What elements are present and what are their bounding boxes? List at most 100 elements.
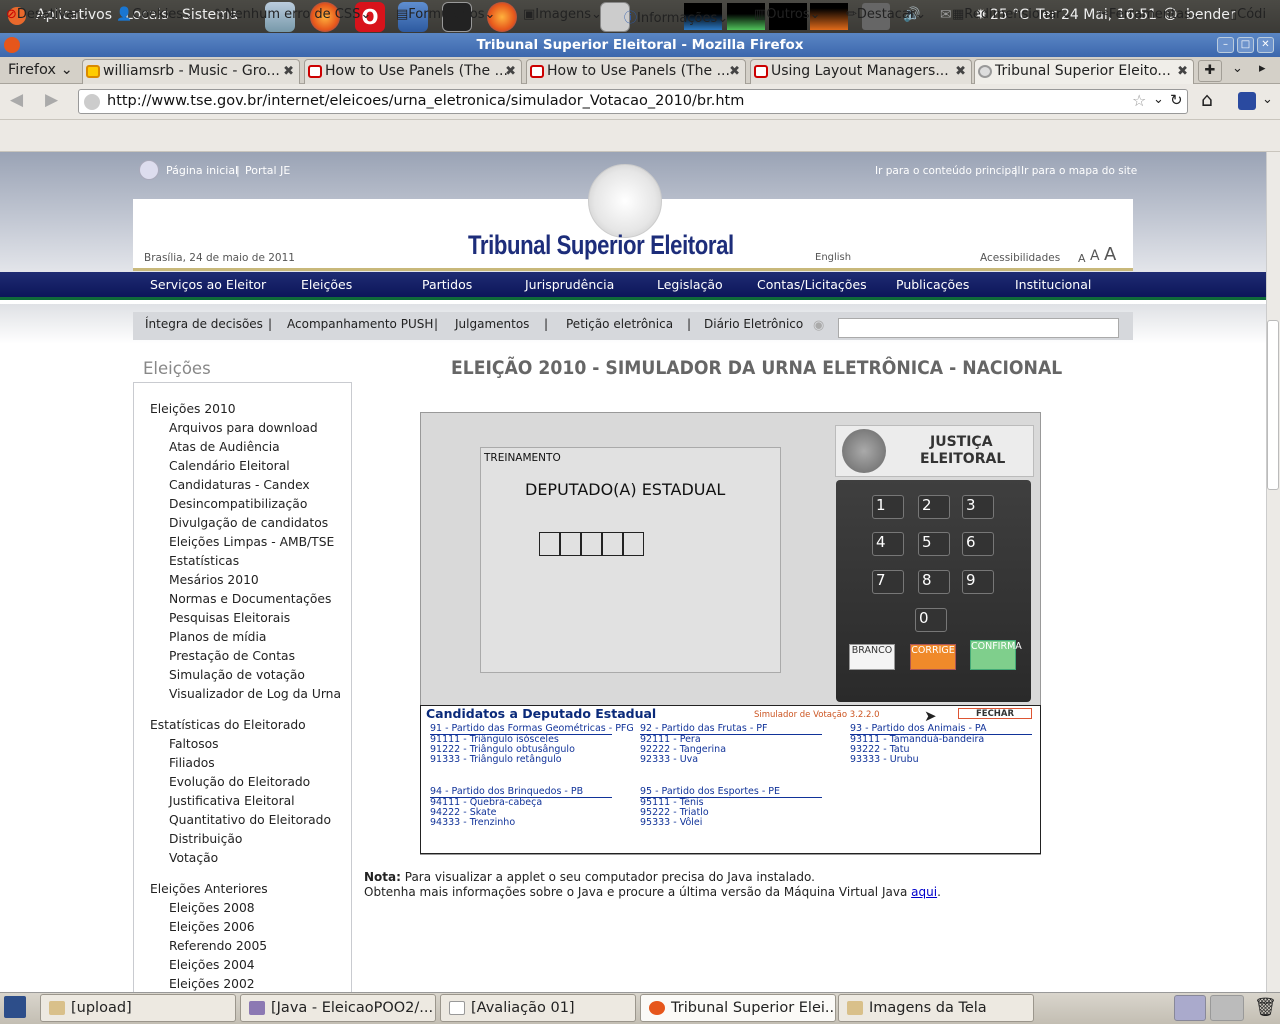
tab-list-icon[interactable]: ⌄ (1232, 61, 1243, 76)
trash-icon[interactable]: 🗑 (1254, 997, 1277, 1018)
nav-publicacoes[interactable]: Publicações (896, 277, 969, 292)
close-icon[interactable]: ✖ (729, 60, 740, 83)
sidebar-item[interactable]: Votação (150, 851, 341, 870)
sidebar-item[interactable]: Referendo 2005 (150, 939, 341, 958)
nav-servicos-eleitor[interactable]: Serviços ao Eleitor (150, 277, 266, 292)
close-icon[interactable]: ✖ (505, 60, 516, 83)
firefox-window-icon[interactable] (4, 37, 20, 53)
maximize-button[interactable]: □ (1237, 37, 1254, 53)
link-conteudo-principal[interactable]: Ir para o conteúdo principal (875, 165, 1020, 177)
bookmarks-icon[interactable] (1238, 92, 1256, 110)
sidebar-item[interactable]: Estatísticas (150, 554, 341, 573)
scrollbar-thumb[interactable] (1267, 320, 1279, 490)
task-java[interactable]: [Java - EleicaoPOO2/... (240, 994, 436, 1022)
fechar-button[interactable]: FECHAR (958, 708, 1032, 719)
close-icon[interactable]: ✖ (955, 60, 966, 83)
key-2[interactable]: 2 (918, 495, 950, 519)
dev-imagens[interactable]: ▣Imagens⌄ (523, 7, 602, 22)
home-icon[interactable]: ⌂ (1201, 89, 1213, 111)
nav-contas-licitacoes[interactable]: Contas/Licitações (757, 277, 867, 292)
subnav-integra-decisoes[interactable]: Íntegra de decisões (145, 317, 263, 331)
key-0[interactable]: 0 (915, 608, 947, 632)
url-input[interactable]: http://www.tse.gov.br/internet/eleicoes/… (78, 89, 1188, 114)
back-arrow-icon[interactable]: ◀ (10, 90, 23, 110)
sidebar-heading-eleicoes-anteriores[interactable]: Eleições Anteriores (150, 882, 341, 901)
nav-jurisprudencia[interactable]: Jurisprudência (525, 277, 614, 292)
dev-redimensionar[interactable]: ▦Redimensionar⌄ (952, 7, 1072, 22)
sidebar-item[interactable]: Simulação de votação (150, 668, 341, 687)
sidebar-item[interactable]: Filiados (150, 756, 341, 775)
subnav-diario-eletronico[interactable]: Diário Eletrônico (704, 317, 803, 331)
nav-institucional[interactable]: Institucional (1015, 277, 1091, 292)
page-scrollbar[interactable] (1266, 152, 1280, 992)
candidate-item[interactable]: 93333 - Urubu (850, 755, 1032, 765)
sidebar-item[interactable]: Eleições 2004 (150, 958, 341, 977)
subnav-julgamentos[interactable]: Julgamentos (455, 317, 529, 331)
link-mapa-site[interactable]: Ir para o mapa do site (1021, 165, 1137, 177)
task-upload[interactable]: [upload] (40, 994, 236, 1022)
mail-icon[interactable]: ✉ (940, 7, 952, 23)
link-english[interactable]: English (815, 252, 851, 263)
sidebar-item[interactable]: Eleições 2006 (150, 920, 341, 939)
sidebar-item[interactable]: Visualizador de Log da Urna (150, 687, 341, 706)
sidebar-item[interactable]: Planos de mídia (150, 630, 341, 649)
task-avaliacao[interactable]: [Avaliação 01] (440, 994, 636, 1022)
dev-codigo[interactable]: ▯Códi (1230, 7, 1266, 22)
task-imagens-tela[interactable]: Imagens da Tela (838, 994, 1034, 1022)
font-large-button[interactable]: A (1104, 244, 1116, 265)
forward-arrow-icon[interactable]: ▶ (45, 90, 58, 110)
key-5[interactable]: 5 (918, 532, 950, 556)
key-1[interactable]: 1 (872, 495, 904, 519)
sidebar-item[interactable]: Prestação de Contas (150, 649, 341, 668)
site-identity-icon[interactable] (84, 94, 100, 110)
close-icon[interactable]: ✖ (283, 60, 294, 83)
font-small-button[interactable]: A (1078, 252, 1086, 265)
sidebar-heading-estatisticas[interactable]: Estatísticas do Eleitorado (150, 718, 341, 737)
dev-cookies[interactable]: 👤Cookies⌄ (116, 7, 194, 22)
key-9[interactable]: 9 (962, 570, 994, 594)
java-link[interactable]: aqui (911, 885, 937, 899)
dev-ferramentas[interactable]: ✂Ferramentas⌄ (1098, 7, 1202, 22)
show-desktop-icon[interactable] (4, 996, 26, 1018)
close-window-button[interactable]: ✕ (1257, 37, 1274, 53)
key-6[interactable]: 6 (962, 532, 994, 556)
tab-tse[interactable]: Tribunal Superior Eleito... ✖ (974, 59, 1194, 84)
sidebar-item[interactable]: Atas de Audiência (150, 440, 341, 459)
new-tab-button[interactable]: ✚ (1198, 60, 1222, 82)
bookmarks-dropdown-icon[interactable]: ⌄ (1262, 92, 1273, 107)
key-3[interactable]: 3 (962, 495, 994, 519)
tab-scroll-icon[interactable]: ▸ (1259, 61, 1266, 76)
sidebar-item[interactable]: Candidaturas - Candex (150, 478, 341, 497)
link-portal-je[interactable]: Portal JE (245, 164, 290, 177)
key-8[interactable]: 8 (918, 570, 950, 594)
dev-desativar[interactable]: ⊘Desativar⌄ (6, 7, 90, 22)
sidebar-item[interactable]: Normas e Documentações (150, 592, 341, 611)
sidebar-item[interactable]: Justificativa Eleitoral (150, 794, 341, 813)
corrige-button[interactable]: CORRIGE (910, 644, 956, 670)
dev-formularios[interactable]: ▤Formulários⌄ (396, 7, 495, 22)
sidebar-item[interactable]: Faltosos (150, 737, 341, 756)
close-icon[interactable]: ✖ (1177, 60, 1188, 83)
sidebar-heading-eleicoes-2010[interactable]: Eleições 2010 (150, 402, 341, 421)
key-4[interactable]: 4 (872, 532, 904, 556)
subnav-peticao-eletronica[interactable]: Petição eletrônica (566, 317, 673, 331)
tab-panels-1[interactable]: How to Use Panels (The ... ✖ (304, 59, 522, 84)
candidate-item[interactable]: 92333 - Uva (640, 755, 822, 765)
url-dropdown-icon[interactable]: ⌄ (1153, 92, 1164, 107)
sidebar-item[interactable]: Quantitativo do Eleitorado (150, 813, 341, 832)
tab-panels-2[interactable]: How to Use Panels (The ... ✖ (526, 59, 746, 84)
workspace-1[interactable] (1174, 995, 1206, 1021)
sidebar-item[interactable]: Mesários 2010 (150, 573, 341, 592)
sidebar-item[interactable]: Eleições 2002 (150, 977, 341, 992)
search-input[interactable] (838, 318, 1119, 338)
nav-partidos[interactable]: Partidos (422, 277, 472, 292)
font-medium-button[interactable]: A (1090, 248, 1100, 264)
firefox-menu-button[interactable]: Firefox ⌄ (8, 62, 73, 78)
sidebar-item[interactable]: Calendário Eleitoral (150, 459, 341, 478)
site-title[interactable]: Tribunal Superior Eleitoral (468, 230, 734, 261)
sidebar-item[interactable]: Divulgação de candidatos (150, 516, 341, 535)
sidebar-item[interactable]: Desincompatibilização (150, 497, 341, 516)
minimize-button[interactable]: – (1217, 37, 1234, 53)
reload-icon[interactable]: ↻ (1170, 91, 1183, 109)
branco-button[interactable]: BRANCO (849, 644, 895, 670)
